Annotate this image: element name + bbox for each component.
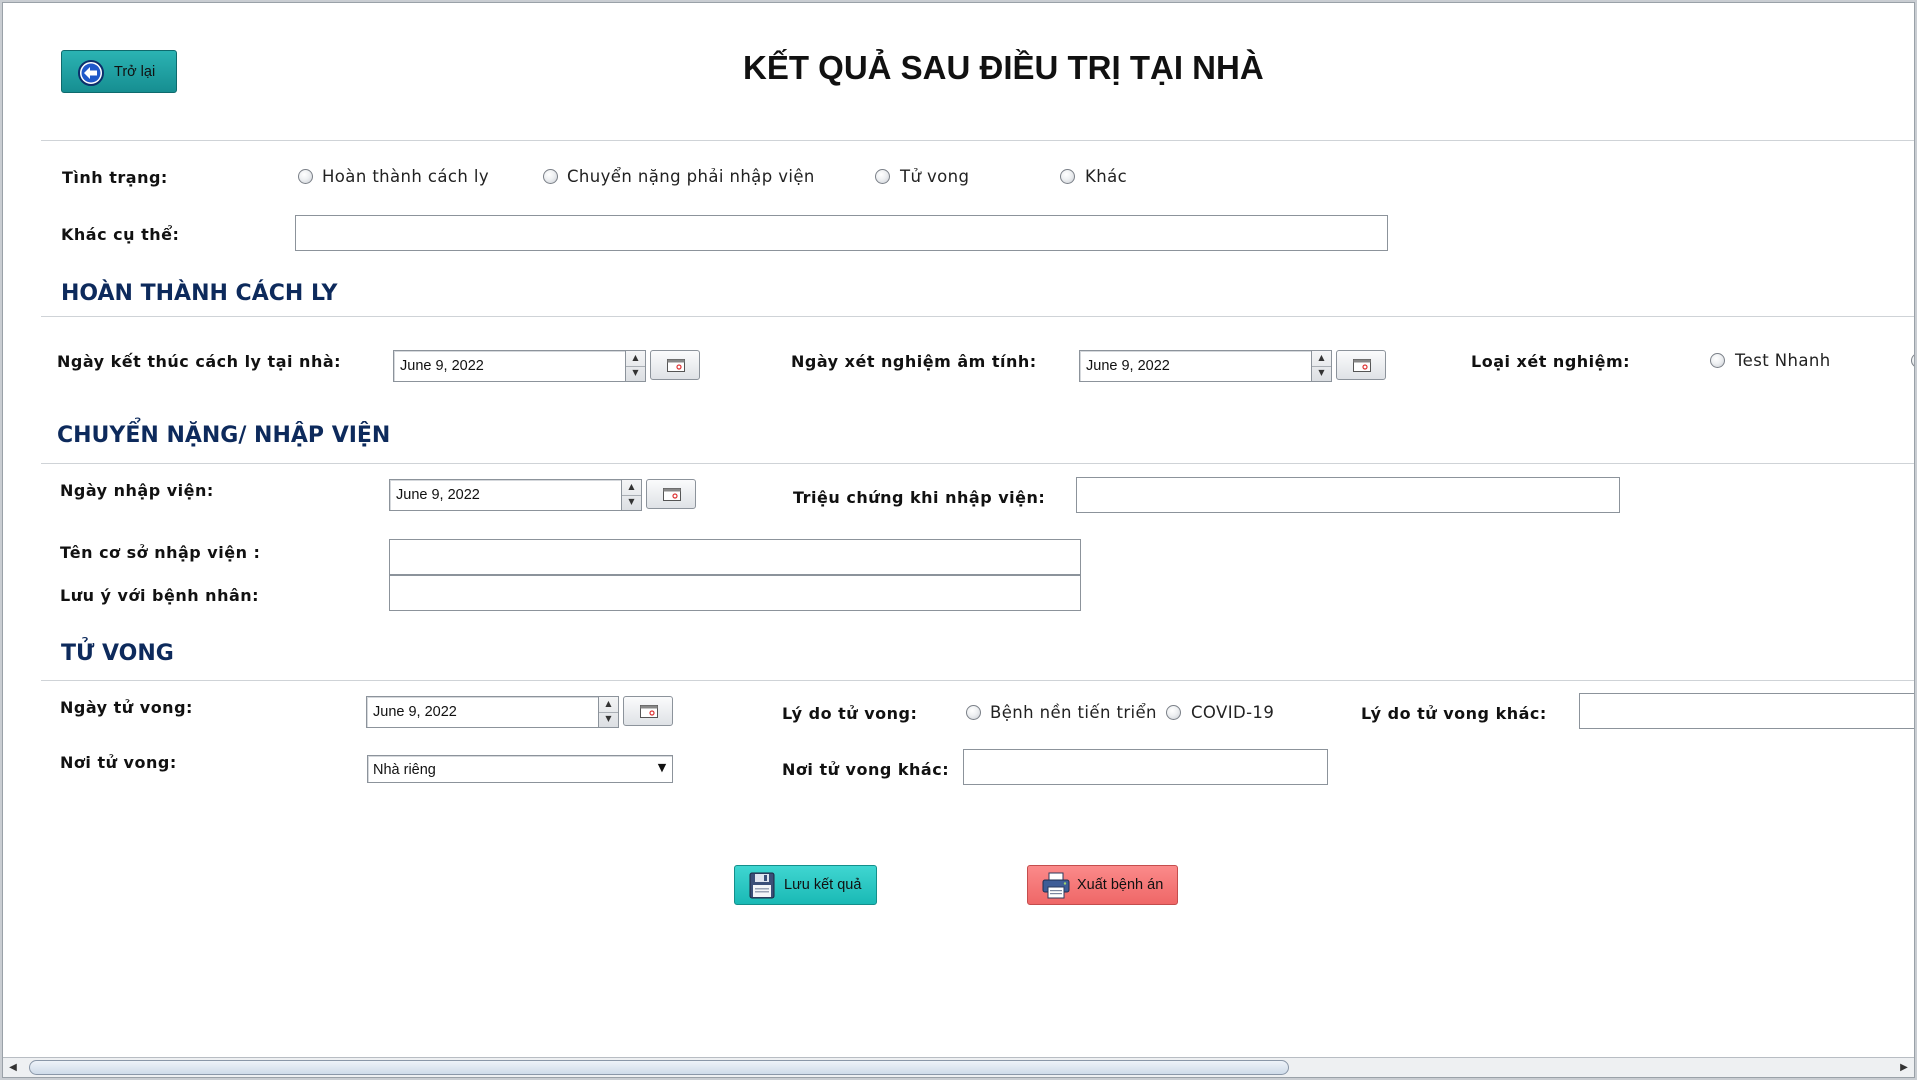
death-reason-label: Lý do tử vong:: [782, 704, 918, 723]
scroll-left-arrow[interactable]: ◀: [5, 1060, 21, 1076]
death-reason-option-covid: COVID-19: [1191, 703, 1275, 722]
symptoms-input[interactable]: [1076, 477, 1620, 513]
other-death-reason-label: Lý do tử vong khác:: [1361, 704, 1547, 723]
death-place-select[interactable]: Nhà riêng ▼: [367, 755, 673, 783]
export-record-label: Xuất bệnh án: [1077, 877, 1164, 893]
admit-date-picker[interactable]: June 9, 2022 ▲ ▼: [389, 479, 642, 511]
back-button-label: Trở lại: [114, 64, 156, 80]
divider: [41, 140, 1914, 141]
main-window: Trở lại KẾT QUẢ SAU ĐIỀU TRỊ TẠI NHÀ Tìn…: [2, 2, 1915, 1078]
other-detail-label: Khác cụ thể:: [61, 225, 180, 244]
quarantine-end-date-label: Ngày kết thúc cách ly tại nhà:: [57, 352, 342, 371]
symptoms-label: Triệu chứng khi nhập viện:: [793, 488, 1046, 507]
facility-label: Tên cơ sở nhập viện :: [60, 543, 261, 562]
patient-note-label: Lưu ý với bệnh nhân:: [60, 586, 260, 605]
status-option-other: Khác: [1085, 167, 1128, 186]
quarantine-end-calendar-button[interactable]: [650, 350, 700, 380]
divider: [41, 463, 1914, 464]
divider: [41, 316, 1914, 317]
save-result-label: Lưu kết quả: [784, 877, 862, 893]
back-button[interactable]: Trở lại: [61, 50, 177, 93]
status-radio-deceased[interactable]: [875, 169, 890, 184]
other-detail-input[interactable]: [295, 215, 1388, 251]
back-arrow-icon: [78, 60, 104, 86]
death-reason-radio-covid[interactable]: [1166, 705, 1181, 720]
facility-input[interactable]: [389, 539, 1081, 575]
quarantine-end-date-picker[interactable]: June 9, 2022 ▲ ▼: [393, 350, 646, 382]
printer-icon: [1042, 872, 1070, 899]
death-place-value: Nhà riêng: [373, 762, 436, 778]
status-option-hospitalized: Chuyển nặng phải nhập viện: [567, 167, 815, 186]
section-death-heading: TỬ VONG: [61, 641, 174, 666]
scrollbar-thumb[interactable]: [29, 1060, 1289, 1075]
death-reason-option-underlying: Bệnh nền tiến triển: [990, 703, 1157, 722]
death-date-label: Ngày tử vong:: [60, 698, 193, 717]
section-hospital-heading: CHUYỂN NẶNG/ NHẬP VIỆN: [57, 423, 391, 448]
status-label: Tình trạng:: [62, 168, 168, 187]
admit-date-value: June 9, 2022: [396, 487, 480, 503]
status-radio-hospitalized[interactable]: [543, 169, 558, 184]
divider: [41, 680, 1914, 681]
date-spinner[interactable]: ▲ ▼: [1311, 351, 1331, 381]
other-death-place-label: Nơi tử vong khác:: [782, 760, 950, 779]
negative-test-date-label: Ngày xét nghiệm âm tính:: [791, 352, 1037, 371]
horizontal-scrollbar[interactable]: ◀ ▶: [3, 1057, 1914, 1077]
death-date-value: June 9, 2022: [373, 704, 457, 720]
death-date-picker[interactable]: June 9, 2022 ▲ ▼: [366, 696, 619, 728]
negative-test-date-picker[interactable]: June 9, 2022 ▲ ▼: [1079, 350, 1332, 382]
save-result-button[interactable]: Lưu kết quả: [734, 865, 877, 905]
export-record-button[interactable]: Xuất bệnh án: [1027, 865, 1178, 905]
quarantine-end-date-value: June 9, 2022: [400, 358, 484, 374]
admit-date-label: Ngày nhập viện:: [60, 481, 214, 500]
status-option-deceased: Tử vong: [900, 167, 970, 186]
admit-calendar-button[interactable]: [646, 479, 696, 509]
test-type-radio-rapid[interactable]: [1710, 353, 1725, 368]
calendar-icon: [1353, 359, 1371, 372]
status-radio-completed[interactable]: [298, 169, 313, 184]
patient-note-input[interactable]: [389, 575, 1081, 611]
calendar-icon: [667, 359, 685, 372]
negative-test-date-value: June 9, 2022: [1086, 358, 1170, 374]
calendar-icon: [640, 705, 658, 718]
page-title: KẾT QUẢ SAU ĐIỀU TRỊ TẠI NHÀ: [743, 49, 1264, 86]
status-option-completed: Hoàn thành cách ly: [322, 167, 490, 186]
death-calendar-button[interactable]: [623, 696, 673, 726]
dropdown-arrow-icon: ▼: [657, 761, 667, 774]
other-death-reason-input[interactable]: [1579, 693, 1914, 729]
date-spinner[interactable]: ▲ ▼: [621, 480, 641, 510]
test-type-radio-other[interactable]: [1911, 353, 1914, 368]
section-quarantine-heading: HOÀN THÀNH CÁCH LY: [61, 281, 338, 306]
status-radio-other[interactable]: [1060, 169, 1075, 184]
scroll-right-arrow[interactable]: ▶: [1896, 1060, 1912, 1076]
test-type-label: Loại xét nghiệm:: [1471, 352, 1631, 371]
calendar-icon: [663, 488, 681, 501]
date-spinner[interactable]: ▲ ▼: [625, 351, 645, 381]
save-disk-icon: [749, 872, 775, 899]
test-type-option-rapid: Test Nhanh: [1735, 351, 1831, 370]
date-spinner[interactable]: ▲ ▼: [598, 697, 618, 727]
death-place-label: Nơi tử vong:: [60, 753, 177, 772]
negative-test-calendar-button[interactable]: [1336, 350, 1386, 380]
death-reason-radio-underlying[interactable]: [966, 705, 981, 720]
other-death-place-input[interactable]: [963, 749, 1328, 785]
